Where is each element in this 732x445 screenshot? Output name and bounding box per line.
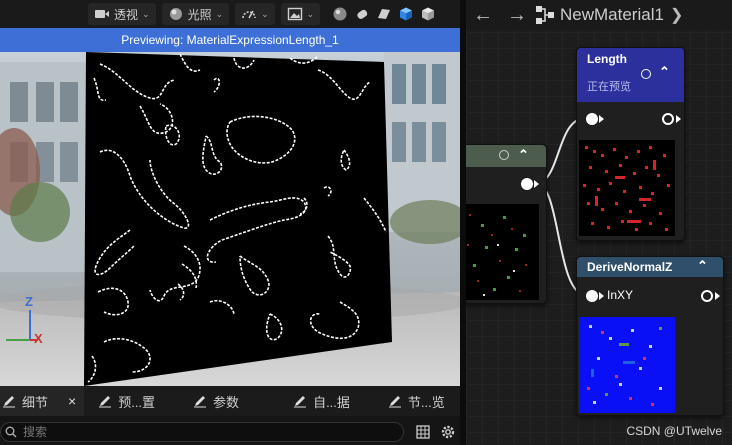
derive-normal-z-preview-thumbnail [579,317,675,413]
plane-preview-icon[interactable] [376,6,392,22]
gauge-icon [242,10,256,19]
search-icon [5,426,17,438]
viewport-scene[interactable]: Z X [0,52,460,386]
graph-header: ← → NewMaterial1 ❯ [466,0,732,30]
pencil-icon [294,396,307,408]
axis-x-label: X [34,331,43,346]
length-node[interactable]: Length 正在预览 ⌃ [576,47,685,241]
output-pin[interactable] [521,178,533,190]
chevron-down-icon: ⌄ [306,8,315,19]
material-graph[interactable]: ⌃ Length 正在预览 ⌃ DeriveNormalZ ⌃ InXY [466,0,732,445]
graph-title[interactable]: NewMaterial1 [560,5,664,25]
derive-normal-z-header: DeriveNormalZ ⌃ [577,257,723,277]
perspective-label: 透视 [114,7,139,22]
view-options-button[interactable]: ⌄ [280,3,321,25]
tab-preview-settings[interactable]: 预...置 [90,386,163,416]
chevron-up-icon[interactable]: ⌃ [659,64,670,80]
lit-mode-label: 光照 [187,7,212,22]
output-pin[interactable] [662,113,674,125]
gear-icon[interactable] [440,424,456,440]
image-icon [287,7,302,21]
chevron-down-icon: ⌄ [142,8,150,19]
graph-hierarchy-icon[interactable] [534,4,556,26]
input-pin[interactable] [586,113,598,125]
input-pin-arrow [599,292,604,300]
chevron-up-icon[interactable]: ⌃ [518,147,529,163]
cylinder-preview-icon[interactable] [354,6,370,22]
input-pin-arrow [599,115,604,123]
output-pin-arrow [676,115,681,123]
preview-banner-text: Previewing: MaterialExpressionLength_1 [121,33,339,47]
length-node-preview-thumbnail [579,140,675,236]
pencil-icon [388,396,401,408]
lit-mode-button[interactable]: 光照 ⌄ [161,3,230,25]
derive-normal-z-title: DeriveNormalZ [587,260,673,274]
chevron-down-icon: ⌄ [215,8,224,19]
tab-custom-data[interactable]: 自...据 [285,386,358,416]
pencil-icon [194,396,207,408]
table-view-icon[interactable] [416,425,430,439]
chevron-down-icon: ⌄ [261,8,269,19]
preview-banner: Previewing: MaterialExpressionLength_1 [0,28,460,52]
node-header: ⌃ [466,145,546,167]
teapot-preview-icon[interactable] [420,6,436,22]
length-node-subtitle: 正在预览 [587,81,631,93]
pencil-icon [99,396,112,408]
length-node-header: Length 正在预览 ⌃ [577,48,684,102]
search-box[interactable] [0,422,404,442]
perspective-button[interactable]: 透视 ⌄ [88,3,156,25]
watermark: CSDN @UTwelve [626,424,722,438]
node-preview-thumbnail [466,204,539,300]
output-pin[interactable] [701,290,713,302]
tab-custom-data-label: 自...据 [313,394,350,410]
cube-preview-icon[interactable] [398,6,414,22]
close-icon[interactable]: × [68,393,76,409]
inxy-input-pin[interactable] [586,290,598,302]
axis-z-label: Z [25,294,33,309]
output-pin-arrow [715,292,720,300]
tab-parameters[interactable]: 参数 [185,386,247,416]
play-icon[interactable] [499,150,509,160]
viewport-toolbar: 透视 ⌄ 光照 ⌄ ⌄ ⌄ [0,0,460,28]
tab-details-label: 细节 [22,394,49,410]
derive-normal-z-node[interactable]: DeriveNormalZ ⌃ InXY [576,256,724,416]
output-pin-arrow [534,180,539,188]
camera-icon [95,10,109,18]
chevron-right-icon[interactable]: ❯ [670,5,683,25]
forward-arrow-icon[interactable]: → [500,4,534,27]
sphere-icon [169,8,182,20]
back-arrow-icon[interactable]: ← [466,4,500,27]
details-tab-bar: 细节 × 预...置 参数 自...据 节...览 [0,386,460,416]
material-node-partial[interactable]: ⌃ [466,144,547,304]
inxy-pin-label: InXY [607,288,634,302]
tab-details[interactable]: 细节 × [0,386,85,416]
preview-viewport[interactable]: Z X 透视 ⌄ 光照 ⌄ ⌄ ⌄ Previewing: MaterialEx… [0,0,460,386]
tab-preview-settings-label: 预...置 [118,394,156,410]
search-input[interactable] [23,425,383,439]
tab-node-overview[interactable]: 节...览 [380,386,453,416]
tab-parameters-label: 参数 [213,394,240,410]
show-flags-button[interactable]: ⌄ [235,3,275,25]
pencil-icon [3,396,15,408]
sphere-preview-icon[interactable] [332,6,348,22]
chevron-up-icon[interactable]: ⌃ [697,258,708,274]
preview-toggle-icon[interactable] [641,69,651,79]
tab-node-overview-label: 节...览 [407,394,445,410]
